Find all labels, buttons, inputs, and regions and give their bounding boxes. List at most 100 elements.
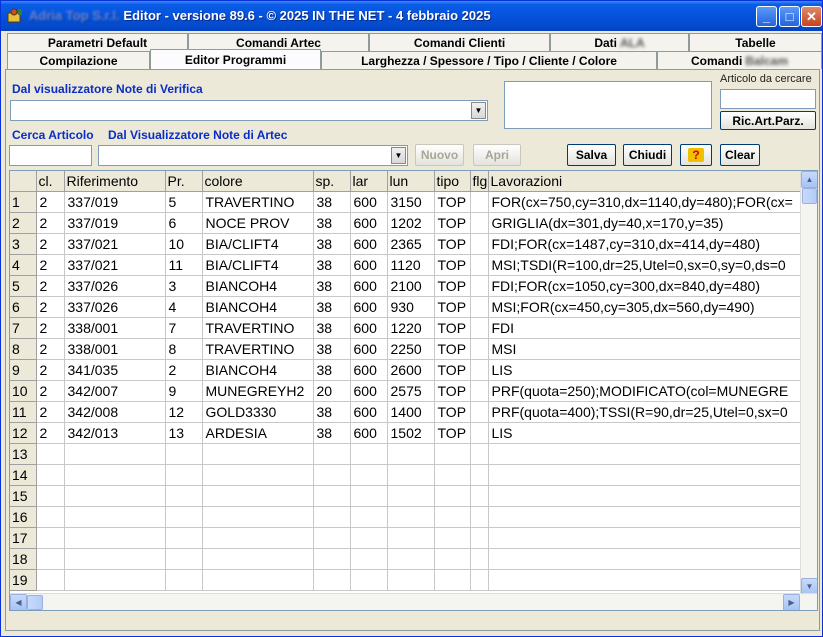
table-cell[interactable] (470, 422, 489, 444)
table-cell[interactable] (470, 233, 489, 255)
table-cell[interactable] (64, 485, 166, 507)
table-cell[interactable]: TOP (434, 338, 471, 360)
column-header[interactable]: Pr. (165, 171, 203, 192)
table-cell[interactable] (434, 569, 471, 591)
table-cell[interactable]: 38 (313, 296, 351, 318)
table-cell[interactable] (488, 485, 803, 507)
table-cell[interactable]: 38 (313, 191, 351, 213)
table-row[interactable]: 15 (10, 485, 803, 507)
column-header[interactable] (10, 171, 37, 192)
table-cell[interactable]: 38 (313, 359, 351, 381)
table-cell[interactable] (488, 527, 803, 549)
table-cell[interactable]: 337/019 (64, 212, 166, 234)
table-cell[interactable]: BIA/CLIFT4 (202, 233, 314, 255)
table-cell[interactable]: 337/026 (64, 296, 166, 318)
table-cell[interactable]: 38 (313, 254, 351, 276)
ric-art-parz-button[interactable]: Ric.Art.Parz. (720, 111, 816, 130)
table-cell[interactable] (36, 464, 65, 486)
table-cell[interactable]: 600 (350, 191, 388, 213)
table-cell[interactable]: 2100 (387, 275, 435, 297)
table-cell[interactable]: 38 (313, 212, 351, 234)
table-cell[interactable]: 342/013 (64, 422, 166, 444)
table-cell[interactable]: 600 (350, 212, 388, 234)
table-cell[interactable]: TOP (434, 254, 471, 276)
table-cell[interactable] (36, 527, 65, 549)
table-cell[interactable] (434, 527, 471, 549)
column-header[interactable]: colore (202, 171, 314, 192)
table-row[interactable]: 9 2 341/035 2 BIANCOH4 38 600 2600 TOP LIS (10, 359, 803, 381)
table-cell[interactable]: MSI (488, 338, 803, 360)
table-cell[interactable]: BIA/CLIFT4 (202, 254, 314, 276)
table-cell[interactable] (36, 569, 65, 591)
table-cell[interactable] (64, 548, 166, 570)
table-cell[interactable] (36, 485, 65, 507)
table-cell[interactable]: FDI;FOR(cx=1487,cy=310,dx=414,dy=480) (488, 233, 803, 255)
table-cell[interactable]: 2250 (387, 338, 435, 360)
table-cell[interactable] (434, 506, 471, 528)
column-header[interactable]: cl. (36, 171, 65, 192)
table-cell[interactable]: NOCE PROV (202, 212, 314, 234)
table-cell[interactable] (470, 506, 489, 528)
chevron-down-icon[interactable]: ▼ (391, 147, 406, 164)
table-cell[interactable]: MSI;FOR(cx=450,cy=305,dx=560,dy=490) (488, 296, 803, 318)
table-row[interactable]: 14 (10, 464, 803, 486)
table-cell[interactable] (350, 464, 388, 486)
table-cell[interactable] (470, 275, 489, 297)
table-cell[interactable] (387, 443, 435, 465)
table-cell[interactable]: 600 (350, 380, 388, 402)
tab-comandi-balcam[interactable]: Comandi Balcam (657, 51, 822, 69)
table-cell[interactable] (434, 548, 471, 570)
table-cell[interactable]: BIANCOH4 (202, 359, 314, 381)
table-cell[interactable]: 2 (36, 338, 65, 360)
table-cell[interactable]: 3150 (387, 191, 435, 213)
table-cell[interactable]: FDI (488, 317, 803, 339)
table-row[interactable]: 19 (10, 569, 803, 591)
table-cell[interactable]: FDI;FOR(cx=1050,cy=300,dx=840,dy=480) (488, 275, 803, 297)
chevron-left-icon[interactable]: ◀ (10, 594, 27, 610)
table-cell[interactable] (470, 527, 489, 549)
table-cell[interactable] (470, 485, 489, 507)
table-cell[interactable] (165, 443, 203, 465)
table-cell[interactable]: 38 (313, 338, 351, 360)
table-cell[interactable] (165, 548, 203, 570)
table-cell[interactable] (165, 464, 203, 486)
tab-editor-programmi[interactable]: Editor Programmi (150, 49, 321, 69)
scroll-thumb[interactable] (802, 188, 817, 204)
table-cell[interactable]: 5 (165, 191, 203, 213)
table-cell[interactable]: MUNEGREYH2 (202, 380, 314, 402)
table-cell[interactable]: 600 (350, 317, 388, 339)
table-cell[interactable]: 2 (36, 212, 65, 234)
table-cell[interactable] (165, 569, 203, 591)
table-cell[interactable]: 337/021 (64, 254, 166, 276)
table-row[interactable]: 8 2 338/001 8 TRAVERTINO 38 600 2250 TOP MSI (10, 338, 803, 360)
column-header[interactable]: sp. (313, 171, 351, 192)
table-cell[interactable] (470, 359, 489, 381)
table-cell[interactable] (387, 464, 435, 486)
table-cell[interactable] (387, 569, 435, 591)
table-cell[interactable]: 2 (36, 191, 65, 213)
table-cell[interactable]: 600 (350, 296, 388, 318)
table-cell[interactable] (488, 569, 803, 591)
table-cell[interactable]: 2 (36, 401, 65, 423)
table-cell[interactable]: 2 (36, 296, 65, 318)
table-cell[interactable]: 341/035 (64, 359, 166, 381)
table-cell[interactable] (202, 527, 314, 549)
table-cell[interactable] (488, 506, 803, 528)
table-row[interactable]: 16 (10, 506, 803, 528)
table-cell[interactable] (470, 464, 489, 486)
table-cell[interactable]: 600 (350, 422, 388, 444)
table-cell[interactable] (434, 464, 471, 486)
table-row[interactable]: 10 2 342/007 9 MUNEGREYH2 20 600 2575 TOP PRF(quo… (10, 380, 803, 402)
table-cell[interactable]: 20 (313, 380, 351, 402)
table-cell[interactable] (470, 317, 489, 339)
apri-button[interactable]: Apri (473, 144, 521, 166)
note-verifica-combo[interactable]: ▼ (10, 100, 488, 121)
table-row[interactable]: 4 2 337/021 11 BIA/CLIFT4 38 600 1120 TOP MSI;TSD… (10, 254, 803, 276)
note-artec-combo[interactable]: ▼ (98, 145, 408, 166)
table-cell[interactable]: 2 (36, 422, 65, 444)
table-cell[interactable] (313, 569, 351, 591)
table-cell[interactable]: TOP (434, 422, 471, 444)
table-cell[interactable]: TOP (434, 233, 471, 255)
table-cell[interactable]: TOP (434, 212, 471, 234)
table-cell[interactable]: 342/008 (64, 401, 166, 423)
